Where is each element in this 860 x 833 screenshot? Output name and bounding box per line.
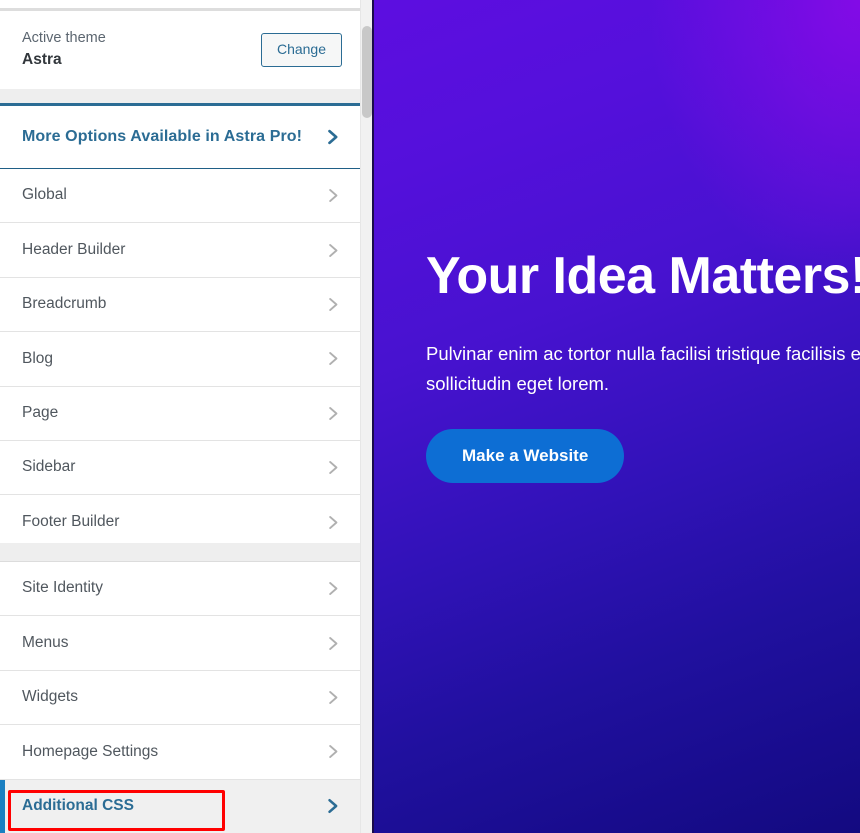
- sidebar-item-label: Footer Builder: [22, 512, 120, 530]
- sidebar-item-breadcrumb[interactable]: Breadcrumb: [0, 277, 360, 333]
- sidebar-item-header-builder[interactable]: Header Builder: [0, 223, 360, 278]
- astra-pro-banner[interactable]: More Options Available in Astra Pro!: [0, 103, 360, 169]
- hero-subtitle: Pulvinar enim ac tortor nulla facilisi t…: [426, 343, 860, 395]
- sidebar-item-footer-builder[interactable]: Footer Builder: [0, 495, 360, 550]
- chevron-right-icon: [323, 458, 342, 477]
- sidebar-item-global[interactable]: Global: [0, 169, 360, 224]
- chevron-right-icon: [322, 127, 342, 147]
- sidebar-item-additional-css[interactable]: Additional CSS: [0, 779, 360, 833]
- sidebar-item-label: Sidebar: [22, 458, 76, 476]
- active-theme-label: Active theme: [22, 29, 106, 46]
- sidebar-item-label: Blog: [22, 349, 54, 367]
- chevron-right-icon: [323, 404, 342, 423]
- sidebar-item-site-identity[interactable]: Site Identity: [0, 562, 360, 617]
- customizer-screen: Active theme Astra Change More Options A…: [0, 0, 860, 833]
- sidebar-scrollbar-thumb[interactable]: [362, 26, 372, 118]
- sidebar-item-label: Breadcrumb: [22, 295, 107, 313]
- customizer-sidebar: Active theme Astra Change More Options A…: [0, 0, 372, 833]
- sidebar-scrollbar-track[interactable]: [360, 0, 372, 833]
- hero-title: Your Idea Matters!: [426, 247, 860, 305]
- sidebar-gap-strip-middle: [0, 543, 360, 562]
- sidebar-item-label: Homepage Settings: [22, 742, 159, 760]
- chevron-right-icon: [323, 295, 342, 314]
- sidebar-item-blog[interactable]: Blog: [0, 332, 360, 387]
- astra-pro-banner-label: More Options Available in Astra Pro!: [22, 128, 303, 145]
- sidebar-item-label: Additional CSS: [22, 796, 134, 814]
- chevron-right-icon: [323, 742, 342, 761]
- sidebar-item-label: Widgets: [22, 688, 78, 706]
- sidebar-item-homepage-settings[interactable]: Homepage Settings: [0, 725, 360, 780]
- chevron-right-icon: [323, 513, 342, 532]
- sidebar-item-label: Page: [22, 403, 59, 421]
- change-theme-button[interactable]: Change: [260, 33, 342, 67]
- make-a-website-button[interactable]: Make a Website: [426, 429, 625, 484]
- chevron-right-icon: [323, 688, 342, 707]
- section-list-wordpress-options: Site Identity Menus Widgets Homepage Set…: [0, 562, 360, 833]
- chevron-right-icon: [323, 634, 342, 653]
- sidebar-item-label: Global: [22, 186, 67, 204]
- active-theme-meta: Active theme Astra: [22, 29, 106, 71]
- sidebar-item-sidebar[interactable]: Sidebar: [0, 440, 360, 496]
- chevron-right-icon: [323, 241, 342, 260]
- active-theme-block: Active theme Astra Change: [0, 11, 360, 89]
- sidebar-item-menus[interactable]: Menus: [0, 616, 360, 671]
- section-list-theme-options: Global Header Builder Breadcrumb Blog Pa…: [0, 169, 360, 550]
- hero-section: Your Idea Matters! Pulvinar enim ac tort…: [426, 247, 860, 484]
- active-theme-name: Astra: [22, 51, 62, 69]
- sidebar-gap-strip-top: [0, 89, 360, 103]
- chevron-right-icon: [323, 186, 342, 205]
- sidebar-item-label: Menus: [22, 633, 69, 651]
- sidebar-item-page[interactable]: Page: [0, 386, 360, 441]
- sidebar-item-label: Header Builder: [22, 240, 126, 258]
- sidebar-item-label: Site Identity: [22, 579, 103, 597]
- preview-left-edge: [372, 0, 374, 833]
- chevron-right-icon: [322, 796, 342, 816]
- chevron-right-icon: [323, 349, 342, 368]
- chevron-right-icon: [323, 579, 342, 598]
- site-preview-frame[interactable]: Your Idea Matters! Pulvinar enim ac tort…: [372, 0, 860, 833]
- sidebar-item-widgets[interactable]: Widgets: [0, 670, 360, 726]
